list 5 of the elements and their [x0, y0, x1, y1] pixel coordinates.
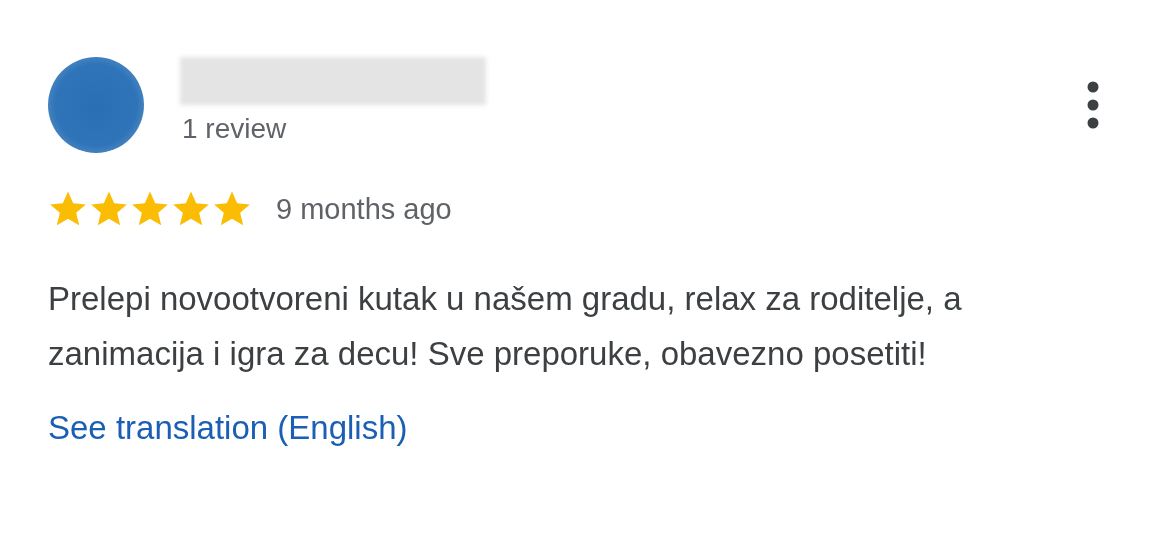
review-count: 1 review: [182, 113, 288, 145]
more-menu-icon[interactable]: [1086, 81, 1100, 129]
see-translation-link[interactable]: See translation (English): [48, 409, 408, 447]
review-text: Prelepi novootvoreni kutak u našem gradu, relax za roditelje, a zanimacija i igra za decu! Sve preporuke, obavezno posetiti!: [48, 279, 963, 374]
review-time: 9 months ago: [276, 192, 452, 226]
